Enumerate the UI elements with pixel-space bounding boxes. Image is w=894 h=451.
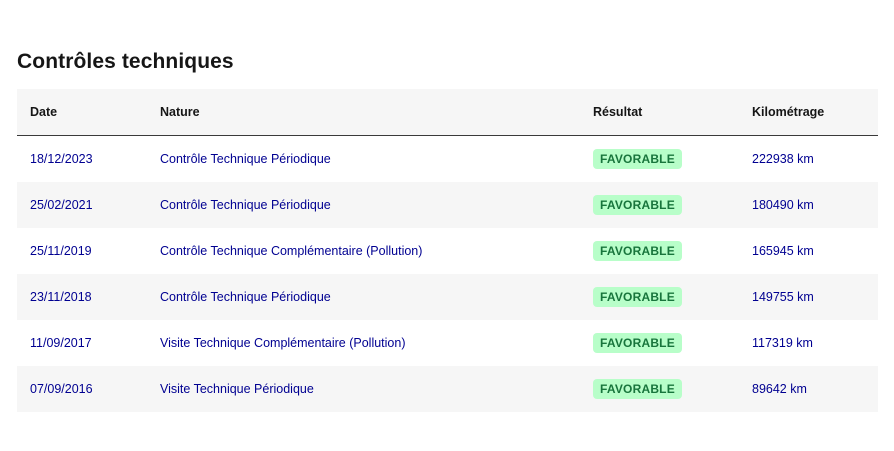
result-badge: FAVORABLE [593,379,682,399]
inspections-table: Date Nature Résultat Kilométrage 18/12/2… [17,89,878,412]
table-row: 07/09/2016 Visite Technique Périodique F… [17,366,878,412]
cell-nature: Contrôle Technique Périodique [160,152,331,166]
result-badge: FAVORABLE [593,333,682,353]
column-header-nature: Nature [160,89,593,136]
cell-mileage: 165945 km [752,244,814,258]
cell-nature: Visite Technique Périodique [160,382,314,396]
cell-mileage: 149755 km [752,290,814,304]
table-row: 11/09/2017 Visite Technique Complémentai… [17,320,878,366]
cell-result: FAVORABLE [593,228,752,274]
result-badge: FAVORABLE [593,287,682,307]
cell-date: 25/11/2019 [30,244,92,258]
technical-inspections-section: Contrôles techniques Date Nature Résulta… [17,45,878,412]
cell-result: FAVORABLE [593,136,752,183]
cell-date: 07/09/2016 [30,382,93,396]
table-row: 25/11/2019 Contrôle Technique Complément… [17,228,878,274]
cell-nature: Visite Technique Complémentaire (Polluti… [160,336,406,350]
cell-result: FAVORABLE [593,320,752,366]
cell-result: FAVORABLE [593,182,752,228]
cell-date: 23/11/2018 [30,290,92,304]
column-header-date: Date [17,89,160,136]
result-badge: FAVORABLE [593,241,682,261]
cell-date: 25/02/2021 [30,198,93,212]
cell-mileage: 89642 km [752,382,807,396]
cell-mileage: 222938 km [752,152,814,166]
table-header: Date Nature Résultat Kilométrage [17,89,878,136]
result-badge: FAVORABLE [593,149,682,169]
result-badge: FAVORABLE [593,195,682,215]
table-row: 18/12/2023 Contrôle Technique Périodique… [17,135,878,183]
cell-mileage: 180490 km [752,198,814,212]
cell-mileage: 117319 km [752,336,813,350]
section-title: Contrôles techniques [17,50,234,73]
cell-result: FAVORABLE [593,366,752,412]
column-header-mileage: Kilométrage [752,89,878,136]
cell-result: FAVORABLE [593,274,752,320]
column-header-result: Résultat [593,89,752,136]
cell-date: 18/12/2023 [30,152,93,166]
cell-nature: Contrôle Technique Périodique [160,198,331,212]
cell-nature: Contrôle Technique Complémentaire (Pollu… [160,244,423,258]
table-body: 18/12/2023 Contrôle Technique Périodique… [17,135,878,412]
cell-date: 11/09/2017 [30,336,92,350]
cell-nature: Contrôle Technique Périodique [160,290,331,304]
table-row: 25/02/2021 Contrôle Technique Périodique… [17,182,878,228]
table-row: 23/11/2018 Contrôle Technique Périodique… [17,274,878,320]
table-header-row: Date Nature Résultat Kilométrage [17,89,878,136]
